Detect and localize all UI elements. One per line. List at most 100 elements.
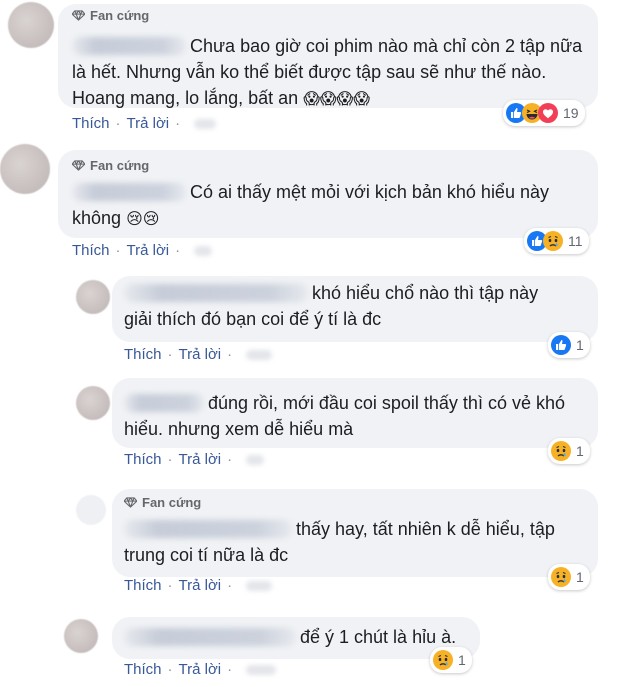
separator-dot: ·	[227, 577, 233, 594]
timestamp[interactable]	[246, 664, 277, 675]
reaction-summary[interactable]: 1	[548, 438, 590, 464]
commenter-avatar[interactable]	[0, 144, 50, 194]
comment-line: Chưa bao giờ coi phim nào mà chỉ còn 2 t…	[190, 36, 583, 56]
separator-dot: ·	[115, 115, 121, 132]
sad-reaction-icon	[551, 567, 571, 587]
crying-emoji: 😢😢	[126, 211, 160, 228]
diamond-icon	[124, 497, 137, 508]
comment-line: không	[72, 208, 122, 228]
like-link[interactable]: Thích	[124, 577, 162, 594]
sad-reaction-icon	[433, 650, 453, 670]
reply-line: trung coi tí nữa là đc	[124, 545, 289, 565]
separator-dot: ·	[167, 661, 173, 678]
replier-name[interactable]	[124, 520, 292, 538]
reply-link[interactable]: Trả lời	[179, 451, 222, 468]
reaction-summary[interactable]: 1	[548, 332, 590, 358]
replier-avatar[interactable]	[76, 495, 106, 525]
comment-text: Có ai thấy mệt mỏi với kịch bản khó hiểu…	[72, 179, 592, 233]
love-reaction-icon	[538, 103, 558, 123]
like-link[interactable]: Thích	[124, 346, 162, 363]
timestamp[interactable]	[246, 349, 273, 360]
separator-dot: ·	[227, 346, 233, 363]
reply-link[interactable]: Trả lời	[179, 346, 222, 363]
reaction-summary[interactable]: 11	[524, 228, 589, 254]
reply-3: Fan cứng thấy hay, tất nhiên k dễ hiểu, …	[0, 475, 620, 605]
commenter-avatar[interactable]	[8, 2, 54, 48]
fan-badge: Fan cứng	[72, 158, 149, 173]
fan-badge-label: Fan cứng	[90, 158, 150, 173]
reply-link[interactable]: Trả lời	[127, 115, 170, 132]
replier-name[interactable]	[124, 628, 296, 646]
timestamp[interactable]	[246, 454, 265, 465]
separator-dot: ·	[167, 346, 173, 363]
comment-line: Hoang mang, lo lắng, bất an	[72, 88, 299, 108]
reply-link[interactable]: Trả lời	[127, 242, 170, 259]
reply-line: đúng rồi, mới đầu coi spoil thấy thì có …	[208, 393, 565, 413]
replier-name[interactable]	[124, 394, 204, 412]
replier-avatar[interactable]	[64, 619, 98, 653]
reaction-summary[interactable]: 19	[503, 100, 585, 126]
reply-4: để ý 1 chút là hỉu à. Thích · Trả lời · …	[0, 605, 620, 687]
diamond-icon	[72, 10, 85, 21]
reply-actions: Thích · Trả lời ·	[124, 451, 265, 468]
fan-badge: Fan cứng	[124, 495, 201, 510]
reply-link[interactable]: Trả lời	[179, 661, 222, 678]
reaction-summary[interactable]: 1	[430, 647, 472, 673]
reaction-count: 11	[568, 233, 583, 249]
comment-actions: Thích · Trả lời ·	[72, 115, 217, 132]
reply-text: khó hiểu chổ nào thì tập này giải thích …	[124, 280, 594, 332]
separator-dot: ·	[167, 577, 173, 594]
reaction-count: 19	[563, 105, 579, 121]
reply-text: để ý 1 chút là hỉu à.	[124, 624, 474, 650]
reply-1: khó hiểu chổ nào thì tập này giải thích …	[0, 270, 620, 370]
reply-actions: Thích · Trả lời ·	[124, 346, 273, 363]
commenter-name[interactable]	[72, 183, 186, 201]
reaction-summary[interactable]: 1	[548, 564, 590, 590]
diamond-icon	[72, 160, 85, 171]
separator-dot: ·	[167, 451, 173, 468]
fan-badge-label: Fan cứng	[142, 495, 202, 510]
separator-dot: ·	[227, 661, 233, 678]
separator-dot: ·	[175, 115, 181, 132]
reply-line: thấy hay, tất nhiên k dễ hiểu, tập	[296, 519, 555, 539]
replier-avatar[interactable]	[76, 386, 110, 420]
fan-badge: Fan cứng	[72, 8, 149, 23]
commenter-name[interactable]	[72, 37, 186, 55]
reply-text: thấy hay, tất nhiên k dễ hiểu, tập trung…	[124, 516, 594, 568]
separator-dot: ·	[175, 242, 181, 259]
comment-line: Có ai thấy mệt mỏi với kịch bản khó hiểu…	[190, 182, 549, 202]
comment-line: là hết. Nhưng vẫn ko thể biết được tập s…	[72, 62, 547, 82]
sad-reaction-icon	[543, 231, 563, 251]
fan-badge-label: Fan cứng	[90, 8, 150, 23]
reply-actions: Thích · Trả lời ·	[124, 577, 273, 594]
like-reaction-icon	[551, 335, 571, 355]
like-link[interactable]: Thích	[124, 661, 162, 678]
timestamp[interactable]	[194, 118, 217, 129]
sad-reaction-icon	[551, 441, 571, 461]
reaction-count: 1	[576, 443, 584, 459]
like-link[interactable]: Thích	[72, 242, 110, 259]
timestamp[interactable]	[246, 580, 273, 591]
comment-actions: Thích · Trả lời ·	[72, 242, 213, 259]
timestamp[interactable]	[194, 245, 213, 256]
reaction-count: 1	[576, 337, 584, 353]
like-link[interactable]: Thích	[72, 115, 110, 132]
reply-line: hiểu. nhưng xem dễ hiểu mà	[124, 419, 354, 439]
reply-link[interactable]: Trả lời	[179, 577, 222, 594]
comment-2: Fan cứng Có ai thấy mệt mỏi với kịch bản…	[0, 140, 620, 270]
scream-emoji: 😱😱😱😱	[303, 91, 370, 108]
reaction-count: 1	[576, 569, 584, 585]
separator-dot: ·	[227, 451, 233, 468]
reply-line: khó hiểu chổ nào thì tập này	[312, 283, 539, 303]
comment-1: Fan cứng Chưa bao giờ coi phim nào mà ch…	[0, 0, 620, 140]
like-link[interactable]: Thích	[124, 451, 162, 468]
reply-actions: Thích · Trả lời ·	[124, 661, 277, 678]
reply-line: giải thích đó bạn coi để ý tí là đc	[124, 309, 382, 329]
replier-name[interactable]	[124, 284, 308, 302]
separator-dot: ·	[115, 242, 121, 259]
reaction-count: 1	[458, 652, 466, 668]
replier-avatar[interactable]	[76, 280, 110, 314]
reply-2: đúng rồi, mới đầu coi spoil thấy thì có …	[0, 370, 620, 475]
reply-text: đúng rồi, mới đầu coi spoil thấy thì có …	[124, 390, 594, 442]
reply-line: để ý 1 chút là hỉu à.	[300, 627, 457, 647]
